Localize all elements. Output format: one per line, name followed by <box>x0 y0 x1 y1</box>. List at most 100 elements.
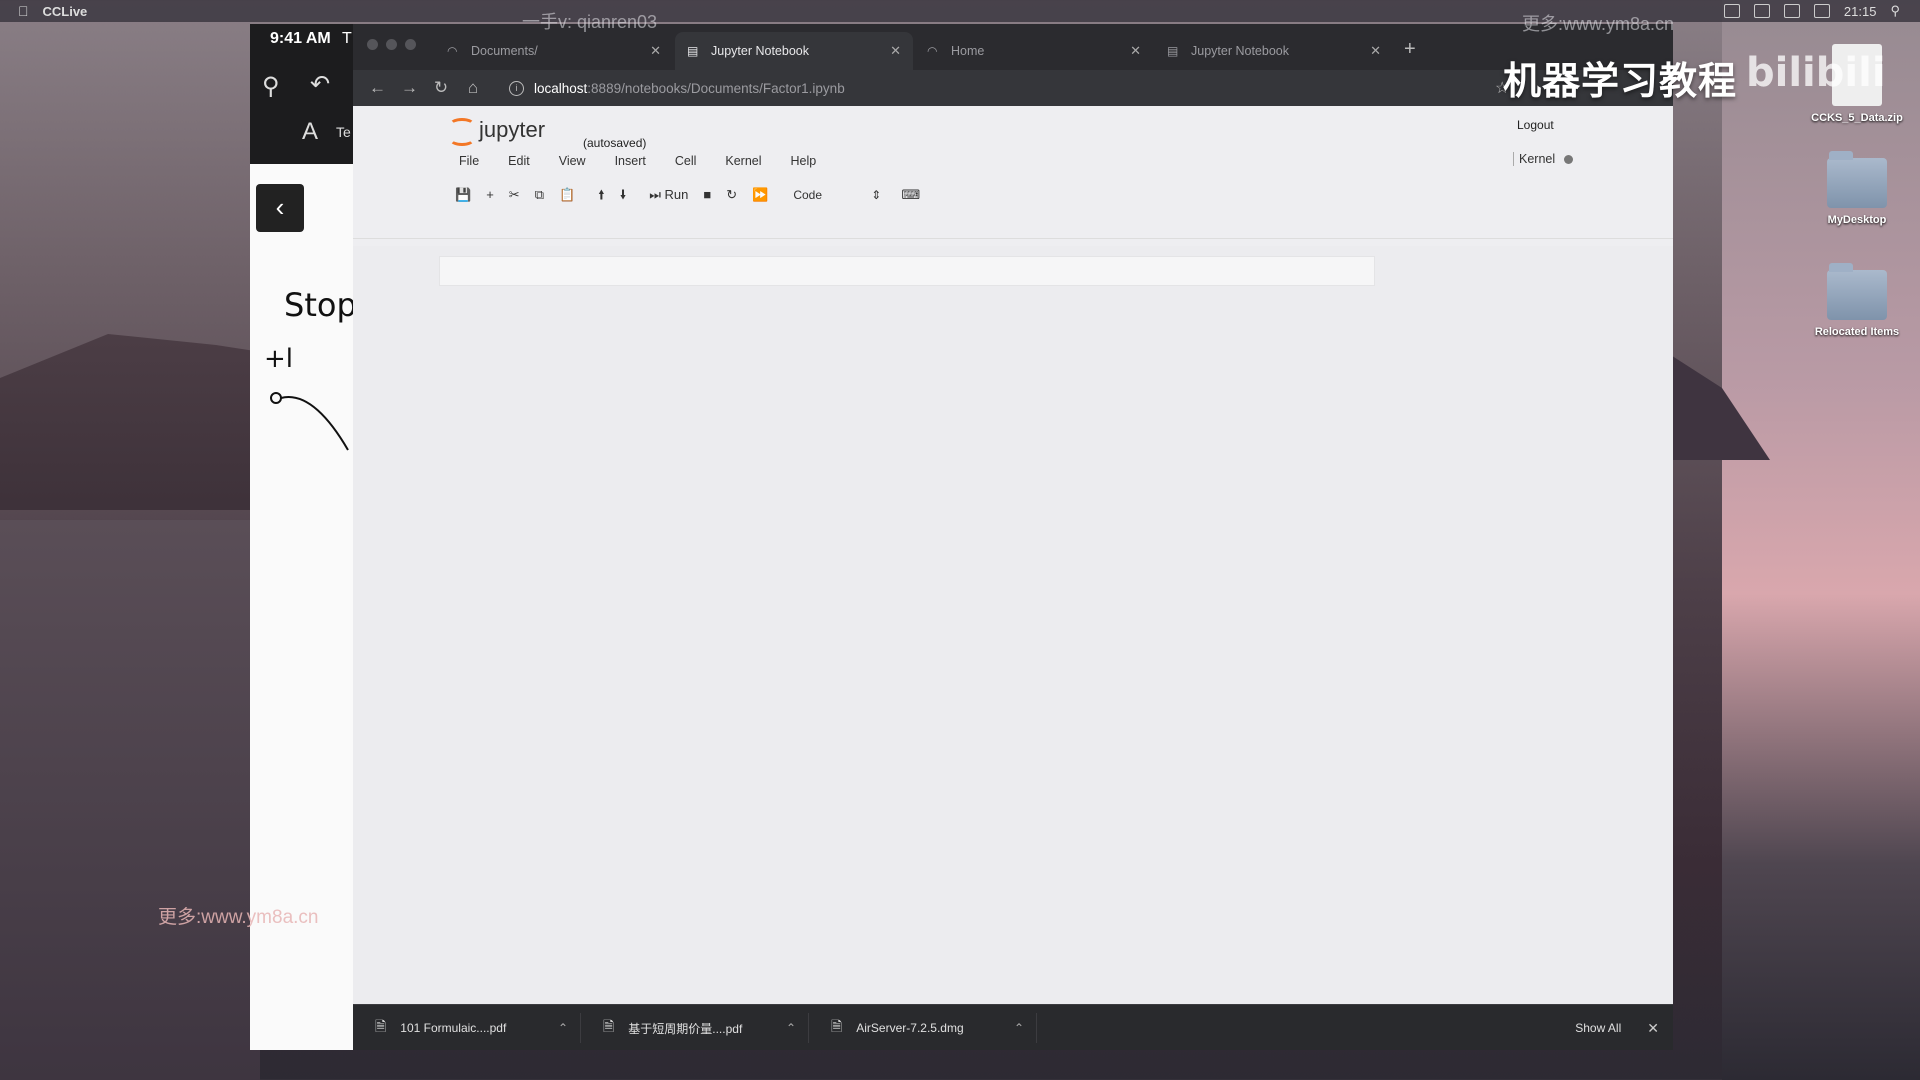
ipad-tab[interactable]: T <box>342 30 352 48</box>
status-icon[interactable] <box>1783 4 1800 18</box>
keyboard-icon[interactable]: ⌨ <box>895 183 926 207</box>
menubar-status-area: 21:15 ⚲ <box>1723 3 1900 19</box>
status-icon[interactable] <box>1753 4 1770 18</box>
url-field[interactable]: i localhost :8889/notebooks/Documents/Fa… <box>509 80 845 96</box>
run-label: Run <box>664 187 689 202</box>
file-icon: 🗎 <box>603 1018 615 1034</box>
kernel-label: Kernel <box>1519 152 1556 166</box>
download-item[interactable]: 🗎 AirServer-7.2.5.dmg ⌃ <box>809 1013 1037 1043</box>
search-icon[interactable]: ⚲ <box>1890 3 1900 19</box>
autosave-status: (autosaved) <box>583 136 647 150</box>
jupyter-logo[interactable]: jupyter <box>447 116 545 144</box>
move-up-icon[interactable]: 🠙 <box>592 183 611 207</box>
browser-window: ◠ Documents/ ✕ ▤ Jupyter Notebook ✕ ◠ Ho… <box>353 24 1673 1050</box>
download-filename: 基于短周期价量....pdf <box>628 1021 743 1036</box>
notebook-icon: ▤ <box>687 44 699 58</box>
restart-run-all-icon[interactable]: ⏩ <box>746 183 774 207</box>
undo-icon[interactable]: ↶ <box>310 70 330 99</box>
logout-button[interactable]: Logout <box>1517 118 1554 132</box>
apple-icon[interactable]:  <box>18 3 29 19</box>
select-arrows-icon: ⇕ <box>871 188 882 202</box>
tab-documents[interactable]: ◠ Documents/ ✕ <box>435 32 673 70</box>
text-tool-icon[interactable]: A <box>302 118 318 146</box>
loading-icon: ◠ <box>447 44 458 58</box>
chevron-up-icon[interactable]: ⌃ <box>558 1021 568 1035</box>
new-tab-button[interactable]: + <box>1404 38 1416 61</box>
back-icon[interactable]: ← <box>369 78 386 98</box>
back-button[interactable]: ‹ <box>256 184 304 232</box>
cut-icon[interactable]: ✂ <box>503 183 526 207</box>
battery-icon[interactable] <box>1813 4 1830 18</box>
paste-icon[interactable]: 📋 <box>553 183 581 207</box>
tab-title: Jupyter Notebook <box>711 44 809 58</box>
channel-title: 机器学习教程 <box>1503 61 1738 103</box>
menu-edit[interactable]: Edit <box>508 154 530 168</box>
restart-icon[interactable]: ↻ <box>720 183 743 207</box>
notebook-icon: ▤ <box>1167 44 1179 58</box>
chevron-up-icon[interactable]: ⌃ <box>1014 1021 1024 1035</box>
window-controls <box>367 39 416 50</box>
chevron-up-icon[interactable]: ⌃ <box>786 1021 796 1035</box>
text-tool-label: Te <box>336 124 351 140</box>
menu-view[interactable]: View <box>559 154 586 168</box>
folder-icon <box>1827 151 1887 208</box>
status-icon[interactable] <box>1723 4 1740 18</box>
menu-help[interactable]: Help <box>791 154 817 168</box>
move-down-icon[interactable]: 🠛 <box>614 183 633 207</box>
menu-cell[interactable]: Cell <box>675 154 697 168</box>
close-tab-icon[interactable]: ✕ <box>1370 43 1381 59</box>
download-filename: AirServer-7.2.5.dmg <box>856 1021 964 1035</box>
forward-icon[interactable]: → <box>401 78 418 98</box>
cell-type-select[interactable]: Code ⇕ <box>787 184 887 206</box>
site-info-icon[interactable]: i <box>509 80 524 96</box>
jupyter-logo-icon <box>447 116 475 144</box>
tab-home[interactable]: ◠ Home ✕ <box>915 32 1153 70</box>
code-cell[interactable] <box>439 256 1375 286</box>
notebook-container <box>353 246 1673 1004</box>
close-tab-icon[interactable]: ✕ <box>1130 43 1141 59</box>
tab-jupyter-notebook-2[interactable]: ▤ Jupyter Notebook ✕ <box>1155 32 1393 70</box>
jupyter-header: jupyter (autosaved) Logout File Edit Vie… <box>353 106 1673 239</box>
desktop-icon-mydesktop[interactable]: MyDesktop <box>1792 151 1920 226</box>
jupyter-logo-text: jupyter <box>479 117 546 142</box>
search-icon[interactable]: ⚲ <box>262 72 280 101</box>
kernel-indicator: Kernel <box>1513 152 1574 166</box>
handwriting-stop: Stop <box>284 286 357 324</box>
close-tab-icon[interactable]: ✕ <box>650 43 661 59</box>
menu-insert[interactable]: Insert <box>615 154 646 168</box>
folder-icon <box>1827 263 1887 320</box>
download-item[interactable]: 🗎 基于短周期价量....pdf ⌃ <box>581 1013 809 1043</box>
menu-kernel[interactable]: Kernel <box>725 154 761 168</box>
watermark-bottom: 更多:www.ym8a.cn <box>158 907 319 928</box>
notebook-menubar: File Edit View Insert Cell Kernel Help <box>459 154 845 168</box>
watermark-top-right: 更多:www.ym8a.cn <box>1522 14 1675 34</box>
jupyter-page: jupyter (autosaved) Logout File Edit Vie… <box>353 106 1673 1004</box>
close-tab-icon[interactable]: ✕ <box>890 43 901 59</box>
copy-icon[interactable]: ⧉ <box>529 183 550 207</box>
add-cell-icon[interactable]: + <box>480 183 500 207</box>
tab-jupyter-notebook[interactable]: ▤ Jupyter Notebook ✕ <box>675 32 913 70</box>
url-host: localhost <box>534 80 588 96</box>
interrupt-icon[interactable]: ■ <box>697 183 717 207</box>
close-window-button[interactable] <box>367 39 378 50</box>
kernel-status-icon <box>1564 154 1574 164</box>
desktop-icon-label: CCKS_5_Data.zip <box>1811 112 1903 124</box>
download-filename: 101 Formulaic....pdf <box>400 1021 507 1035</box>
zoom-window-button[interactable] <box>405 39 416 50</box>
menubar-clock[interactable]: 21:15 <box>1844 4 1877 19</box>
desktop-icon-relocated[interactable]: Relocated Items <box>1792 263 1920 338</box>
run-button[interactable]: ⏭ Run <box>643 183 694 207</box>
download-item[interactable]: 🗎 101 Formulaic....pdf ⌃ <box>353 1013 581 1043</box>
file-icon: 🗎 <box>375 1018 387 1034</box>
reload-icon[interactable]: ↻ <box>433 78 449 98</box>
menubar-app-name[interactable]: CCLive <box>43 4 88 19</box>
home-icon[interactable]: ⌂ <box>465 78 481 98</box>
save-icon[interactable]: 💾 <box>449 183 477 207</box>
show-all-downloads-button[interactable]: Show All <box>1575 1021 1621 1035</box>
address-bar: ← → ↻ ⌂ i localhost :8889/notebooks/Docu… <box>353 70 1673 106</box>
menu-file[interactable]: File <box>459 154 479 168</box>
minimize-window-button[interactable] <box>386 39 397 50</box>
handwriting-plus: +l <box>264 344 294 374</box>
notebook-toolbar: 💾 + ✂ ⧉ 📋 🠙 🠛 ⏭ Run ■ ↻ ⏩ Code ⇕ ⌨ <box>449 182 929 208</box>
close-icon[interactable]: ✕ <box>1647 1020 1659 1037</box>
